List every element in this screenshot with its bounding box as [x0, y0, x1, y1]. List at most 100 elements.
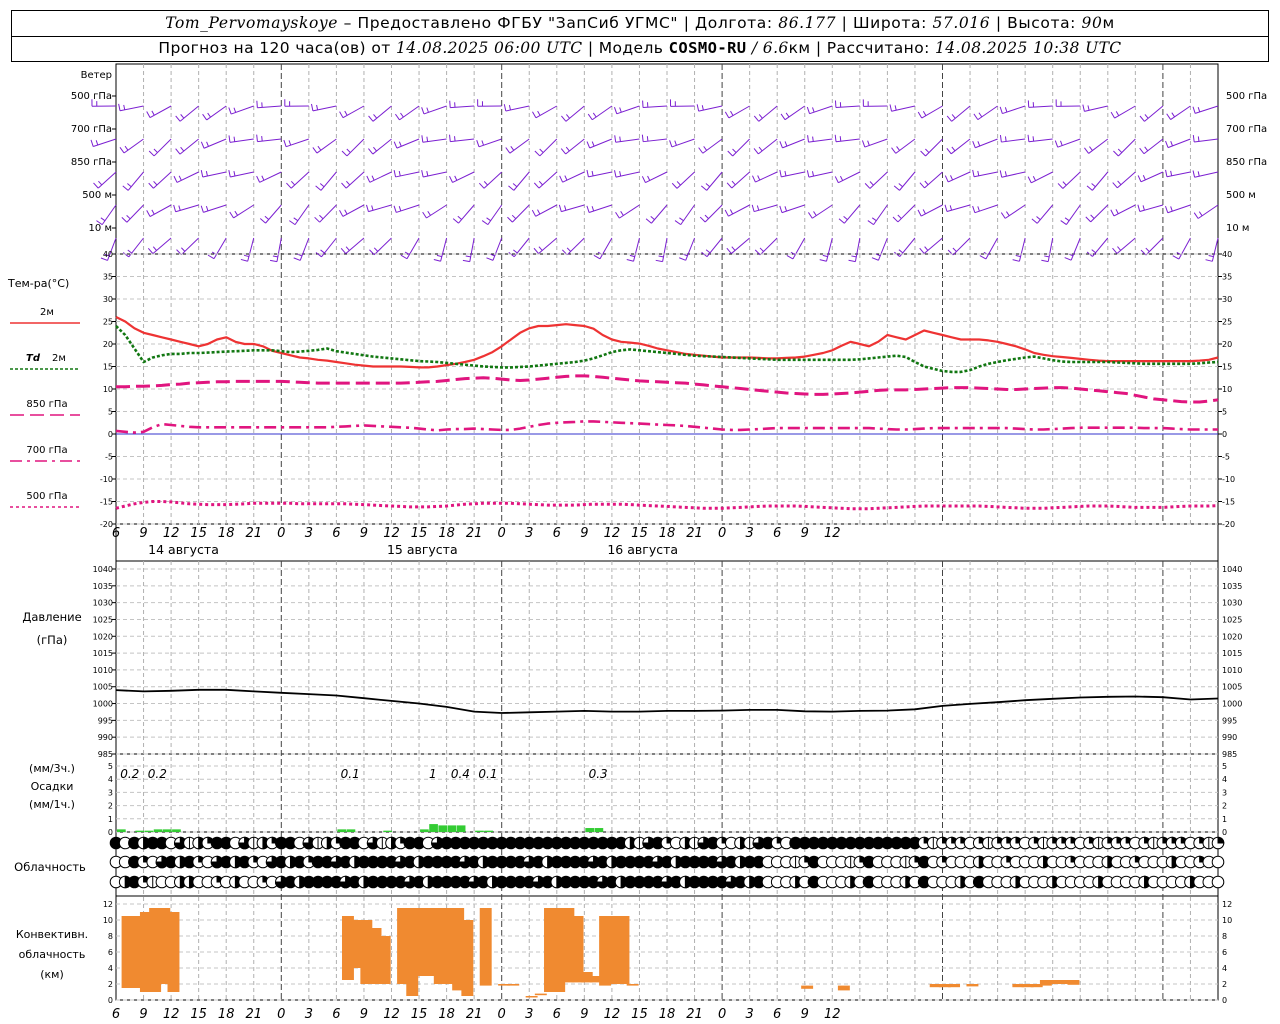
wind-barb — [985, 237, 999, 260]
time-axis-label: 0 — [277, 526, 285, 541]
wind-barb-feather — [1142, 205, 1145, 211]
wind-barb-feather — [1004, 107, 1008, 113]
wind-barb-feather — [620, 211, 624, 216]
wind-barb-feather — [345, 246, 350, 251]
wind-barb-feather — [153, 148, 158, 153]
wind-barb-feather — [839, 136, 842, 142]
wind-barb-feather — [619, 136, 621, 142]
wind-barb — [97, 171, 117, 189]
wind-barb-feather — [1208, 254, 1214, 258]
wind-barb-feather — [978, 112, 983, 118]
precip-bar — [475, 830, 484, 832]
wind-barb — [950, 138, 971, 155]
wind-barb — [877, 237, 888, 261]
wind-barb-feather — [871, 257, 879, 261]
wind-barb-feather — [946, 115, 952, 122]
wind-barb-feather — [90, 139, 94, 147]
wind-barb — [680, 204, 695, 225]
wind-barb-feather — [786, 255, 794, 260]
wind-barb-feather — [977, 170, 980, 176]
wind-barb-feather — [843, 216, 848, 221]
wind-barb-feather — [228, 135, 231, 143]
wind-barb-feather — [146, 111, 151, 118]
wind-barb-feather — [400, 254, 408, 260]
time-axis-label: 15 — [190, 526, 207, 541]
wind-barb-feather — [614, 135, 617, 143]
wind-barb-feather — [1137, 175, 1142, 182]
wind-barb-feather — [952, 247, 957, 252]
wind-barb-feather — [753, 115, 760, 122]
wind-barb-feather — [398, 206, 402, 212]
time-axis-label-bottom: 15 — [190, 1007, 207, 1022]
pressure-ytick-label-right: 995 — [1222, 716, 1237, 725]
wind-barb — [1028, 105, 1053, 108]
wind-barb — [1166, 171, 1191, 178]
wind-barb-feather — [346, 180, 351, 186]
conv-ytick-label-left: 2 — [108, 980, 113, 989]
wind-barb — [869, 171, 888, 189]
pressure-ytick-label-right: 1035 — [1222, 582, 1242, 591]
wind-barb-feather — [315, 185, 322, 191]
wind-barb — [732, 138, 751, 157]
wind-barb-feather — [669, 140, 673, 148]
wind-barb-feather — [283, 139, 287, 147]
wind-barb-feather — [462, 259, 470, 263]
wind-barb — [342, 204, 365, 217]
wind-barb-feather — [261, 175, 265, 181]
temp-ytick-label-right: 15 — [1222, 363, 1232, 372]
wind-barb-feather — [317, 145, 322, 151]
wind-barb-feather — [917, 111, 923, 119]
wind-barb-feather — [591, 206, 595, 212]
pressure-ytick-label-left: 1015 — [93, 649, 113, 658]
wind-barb-feather — [999, 106, 1003, 114]
wind-barb — [539, 138, 558, 157]
wind-barb-feather — [898, 249, 904, 254]
temp-ytick-label-left: 25 — [103, 318, 113, 327]
wind-barb — [812, 204, 833, 219]
temp-ytick-label-right: -10 — [1222, 475, 1235, 484]
wind-barb-feather — [1110, 209, 1115, 217]
wind-barb — [512, 204, 530, 223]
wind-barb-feather — [1031, 218, 1038, 224]
wind-barb-feather — [272, 255, 278, 258]
wind-barb-feather — [243, 254, 250, 258]
wind-barb — [346, 138, 365, 157]
conv-axis-label: Конвективн. — [16, 928, 88, 941]
wind-barb-feather — [373, 247, 379, 252]
wind-barb — [229, 138, 254, 143]
time-axis-label: 21 — [245, 526, 262, 541]
wind-barb-feather — [812, 107, 815, 113]
temp-ytick-label-right: 20 — [1222, 340, 1232, 349]
wind-barb-feather — [1004, 171, 1007, 177]
wind-barb-feather — [476, 140, 480, 147]
wind-barb-feather — [449, 134, 451, 142]
wind-barb-feather — [1192, 170, 1196, 178]
wind-barb — [320, 171, 337, 191]
wind-barb — [921, 105, 943, 119]
wind-barb-feather — [148, 150, 155, 157]
wind-barb-feather — [1032, 175, 1037, 181]
wind-barb — [1143, 138, 1164, 155]
conv-ytick-label-left: 12 — [103, 900, 113, 909]
wind-barb-feather — [127, 183, 132, 188]
wind-barb-feather — [395, 113, 400, 121]
wind-barb-feather — [98, 180, 103, 186]
wind-barb — [854, 237, 861, 262]
wind-barb-feather — [1197, 136, 1200, 142]
time-axis-label-bottom: 18 — [218, 1007, 235, 1022]
pressure-ytick-label-left: 990 — [98, 733, 113, 742]
wind-barb-feather — [1082, 104, 1085, 112]
wind-barb-feather — [999, 170, 1003, 178]
wind-barb-feather — [1205, 259, 1213, 262]
wind-barb-feather — [889, 104, 893, 112]
wind-barb-feather — [289, 220, 296, 226]
wind-barb-feather — [758, 146, 763, 152]
precip-bar — [447, 825, 457, 832]
wind-barb-feather — [346, 148, 351, 153]
wind-barb-feather — [507, 216, 513, 223]
precip-bar — [438, 825, 448, 832]
wind-barb — [1144, 105, 1164, 122]
wind-barb-feather — [834, 176, 839, 183]
wind-barb-feather — [1054, 140, 1059, 148]
wind-barb-feather — [449, 175, 454, 183]
